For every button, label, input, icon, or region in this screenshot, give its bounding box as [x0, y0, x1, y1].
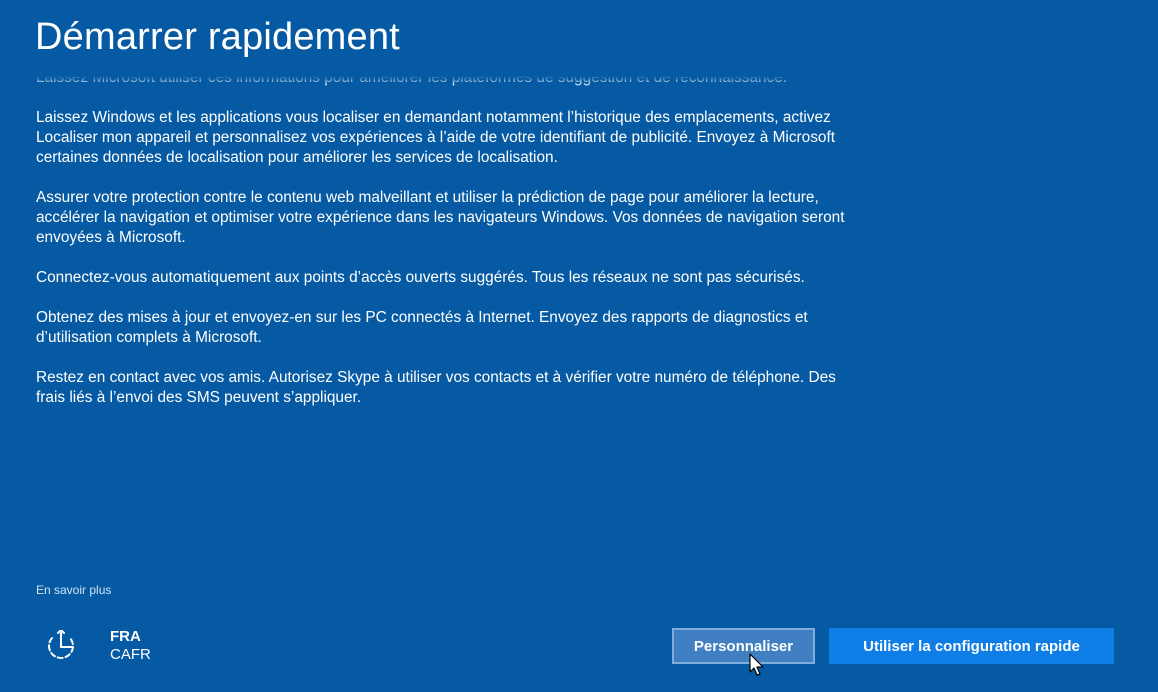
ease-of-access-icon[interactable]: [46, 628, 76, 662]
paragraph-web-protection: Assurer votre protection contre le conte…: [36, 189, 845, 246]
customize-button[interactable]: Personnaliser: [672, 628, 815, 664]
paragraph-updates-diagnostics: Obtenez des mises à jour et envoyez-en s…: [36, 309, 808, 346]
learn-more-link[interactable]: En savoir plus: [36, 583, 111, 597]
input-language-selector[interactable]: FRA CAFR: [110, 628, 151, 664]
paragraph-location: Laissez Windows et les applications vous…: [36, 109, 836, 166]
keyboard-layout-code: CAFR: [110, 646, 151, 663]
privacy-settings-text[interactable]: Laissez Microsoft utiliser ces informati…: [36, 76, 856, 556]
paragraph-skype: Restez en contact avec vos amis. Autoris…: [36, 369, 836, 406]
language-code: FRA: [110, 628, 141, 645]
use-express-settings-button[interactable]: Utiliser la configuration rapide: [829, 628, 1114, 664]
page-title: Démarrer rapidement: [35, 16, 400, 58]
scroll-fade: [36, 76, 856, 86]
paragraph-wifi-sense: Connectez-vous automatiquement aux point…: [36, 269, 805, 286]
